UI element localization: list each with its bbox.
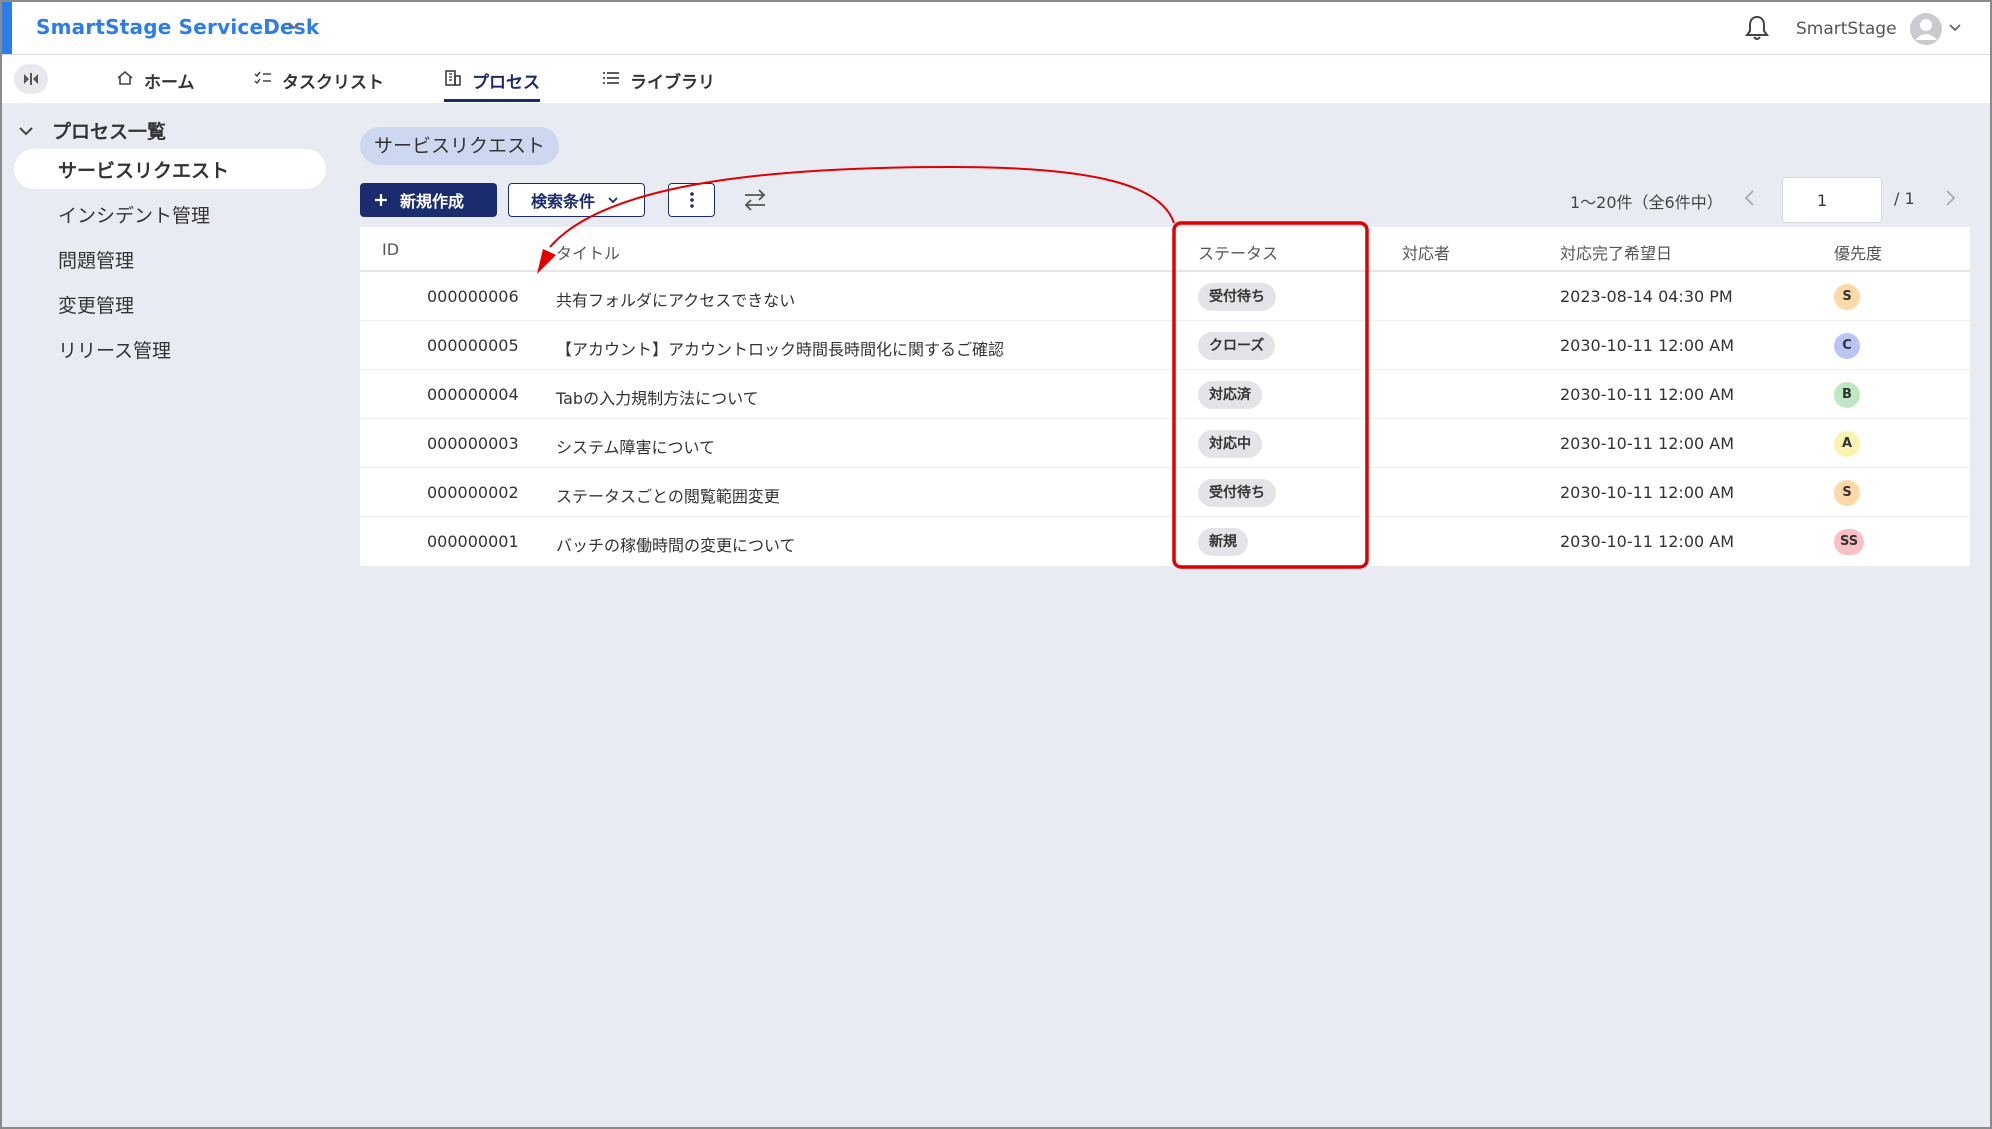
sidebar: プロセス一覧 サービスリクエスト インシデント管理 問題管理 変更管理 リリース… [2,103,338,1127]
sidebar-item-service-request[interactable]: サービスリクエスト [14,149,326,189]
table-row[interactable]: 000000004 Tabの入力規制方法について 対応済 2030-10-11 … [360,370,1970,419]
user-name[interactable]: SmartStage [1796,19,1897,39]
row-due-date: 2030-10-11 12:00 AM [1560,385,1735,404]
priority-badge: A [1834,431,1860,457]
row-title[interactable]: 共有フォルダにアクセスできない [556,287,795,311]
row-title[interactable]: システム障害について [556,434,715,458]
new-create-label: 新規作成 [400,192,465,211]
row-id: 000000005 [427,336,519,355]
priority-badge: S [1834,284,1860,310]
status-badge: 受付待ち [1198,283,1276,311]
request-table: ID タイトル ステータス 対応者 対応完了希望日 優先度 000000006 … [360,227,1970,566]
tab-label: タスクリスト [282,73,384,93]
row-title[interactable]: ステータスごとの閲覧範囲変更 [556,483,780,507]
sidebar-item-problem[interactable]: 問題管理 [14,239,326,279]
building-icon [445,70,461,86]
tab-home[interactable]: ホーム [116,68,195,102]
priority-badge: B [1834,382,1860,408]
swap-arrows-icon[interactable] [742,187,768,213]
table-row[interactable]: 000000006 共有フォルダにアクセスできない 受付待ち 2023-08-1… [360,272,1970,321]
notification-bell-icon[interactable] [1744,14,1770,42]
table-row[interactable]: 000000002 ステータスごとの閲覧範囲変更 受付待ち 2030-10-11… [360,468,1970,517]
sidebar-group-process-list[interactable]: プロセス一覧 [18,117,166,144]
sidebar-collapse-button[interactable] [14,64,48,94]
user-avatar-icon[interactable] [1909,12,1943,46]
chevron-down-icon [608,197,618,204]
row-due-date: 2030-10-11 12:00 AM [1560,483,1735,502]
tab-label: ライブラリ [630,73,715,93]
priority-badge: SS [1834,529,1865,555]
app-title[interactable]: SmartStage ServiceDesk [36,15,319,39]
table-row[interactable]: 000000001 バッチの稼働時間の変更について 新規 2030-10-11 … [360,517,1970,566]
tab-tasklist[interactable]: タスクリスト [254,68,384,102]
column-header-due[interactable]: 対応完了希望日 [1560,240,1672,264]
search-conditions-button[interactable]: 検索条件 [508,183,645,217]
collapse-toggle-icon [24,73,38,85]
sidebar-group-label: プロセス一覧 [52,121,167,143]
app-window: SmartStage ServiceDesk SmartStage ホーム タス… [0,0,1992,1129]
checklist-icon [254,71,271,85]
top-header: SmartStage ServiceDesk SmartStage [2,2,1990,55]
kebab-menu-icon [689,192,694,208]
tab-label: プロセス [472,73,540,93]
tab-library[interactable]: ライブラリ [602,68,715,102]
process-title-chip: サービスリクエスト [360,127,560,165]
table-header: ID タイトル ステータス 対応者 対応完了希望日 優先度 [360,227,1970,272]
sidebar-item-release[interactable]: リリース管理 [14,329,326,369]
chevron-left-icon[interactable] [1742,188,1758,208]
column-header-priority[interactable]: 優先度 [1834,240,1882,264]
row-due-date: 2030-10-11 12:00 AM [1560,434,1735,453]
page-number-input[interactable] [1782,177,1882,223]
status-badge: 対応済 [1198,381,1262,409]
page-total-text: / 1 [1894,189,1915,208]
chevron-right-icon[interactable] [1942,188,1958,208]
status-badge: 新規 [1198,528,1248,556]
plus-icon [375,194,387,206]
priority-badge: S [1834,480,1860,506]
more-options-button[interactable] [668,183,715,217]
status-badge: 対応中 [1198,430,1262,458]
tab-label: ホーム [144,73,195,93]
pager-range-text: 1～20件（全6件中） [1570,193,1723,212]
main-content: サービスリクエスト 新規作成 検索条件 1～20件（全6件中） / 1 ID タ… [338,103,1990,1127]
header-accent-bar [2,2,12,54]
column-header-status[interactable]: ステータス [1198,240,1278,264]
row-id: 000000004 [427,385,519,404]
row-due-date: 2023-08-14 04:30 PM [1560,287,1733,306]
row-id: 000000001 [427,532,519,551]
user-menu-chevron-icon[interactable] [1948,22,1962,34]
sidebar-item-change[interactable]: 変更管理 [14,284,326,324]
app-switch-chevron-icon[interactable] [286,17,302,33]
row-id: 000000006 [427,287,519,306]
row-title[interactable]: バッチの稼働時間の変更について [556,532,796,556]
column-header-title[interactable]: タイトル [556,240,620,264]
row-title[interactable]: Tabの入力規制方法について [556,385,759,409]
row-id: 000000003 [427,434,519,453]
list-icon [603,72,619,84]
status-badge: クローズ [1198,332,1276,360]
home-icon [117,70,133,85]
table-row[interactable]: 000000005 【アカウント】アカウントロック時間長時間化に関するご確認 ク… [360,321,1970,370]
row-due-date: 2030-10-11 12:00 AM [1560,532,1735,551]
new-create-button[interactable]: 新規作成 [360,183,497,217]
column-header-assignee[interactable]: 対応者 [1402,240,1450,264]
row-due-date: 2030-10-11 12:00 AM [1560,336,1735,355]
chevron-down-icon [19,126,33,135]
tab-process[interactable]: プロセス [444,68,540,102]
search-conditions-label: 検索条件 [531,192,596,211]
row-title[interactable]: 【アカウント】アカウントロック時間長時間化に関するご確認 [556,336,1004,360]
priority-badge: C [1834,333,1860,359]
main-nav-tabs: ホーム タスクリスト プロセス ライブラリ [2,56,1990,103]
row-id: 000000002 [427,483,519,502]
sidebar-item-incident[interactable]: インシデント管理 [14,194,326,234]
table-row[interactable]: 000000003 システム障害について 対応中 2030-10-11 12:0… [360,419,1970,468]
column-header-id[interactable]: ID [382,240,399,259]
status-badge: 受付待ち [1198,479,1276,507]
